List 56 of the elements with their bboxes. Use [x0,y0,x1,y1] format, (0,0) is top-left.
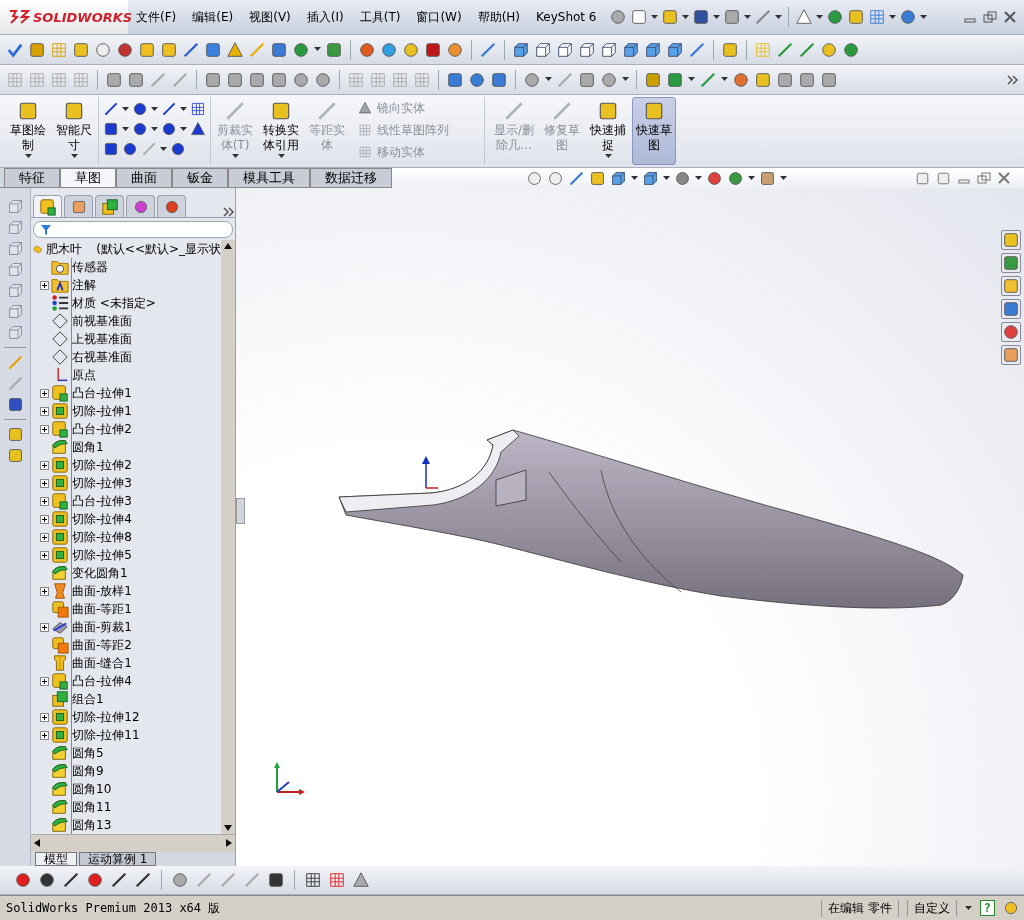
tree-item[interactable]: 圆角10 [31,780,221,799]
units-selector[interactable]: 自定义 [906,899,957,917]
tab[interactable]: 特征 [4,168,60,187]
tree-item[interactable]: 凸台-拉伸2 [31,420,221,439]
tree-item[interactable]: 圆角13 [31,816,221,835]
tab[interactable]: 模具工具 [228,168,310,187]
tree-item[interactable]: 曲面-缝合1 [31,654,221,673]
tree-item[interactable]: 传感器 [31,258,221,277]
tree-item[interactable]: 右视基准面 [31,348,221,367]
tree-item[interactable]: 切除-拉伸2 [31,456,221,475]
tree-item[interactable]: 原点 [31,366,221,385]
tree-item[interactable]: 曲面-放样1 [31,582,221,601]
help-button[interactable]: ? [979,900,995,916]
tree-root-item[interactable]: 肥木叶 (默认<<默认>_显示状 [31,240,221,259]
status-text: SolidWorks Premium 2013 x64 版 [6,899,221,917]
tree-item[interactable]: 曲面-剪裁1 [31,618,221,637]
tab[interactable]: 草图 [60,168,116,187]
ribbon-button[interactable]: 转换实 体引用 [259,97,303,165]
tree-item[interactable]: 组合1 [31,690,221,709]
menu-item[interactable]: 工具(T) [351,4,409,30]
menu-item[interactable]: 编辑(E) [184,4,242,30]
tree-item[interactable]: 注解 [31,276,221,295]
ribbon-button[interactable]: 快速草 图 [632,97,677,165]
tree-item[interactable]: 切除-拉伸11 [31,726,221,745]
tree-item[interactable]: 上视基准面 [31,330,221,349]
tab[interactable]: 曲面 [116,168,172,187]
tree-item[interactable]: 凸台-拉伸3 [31,492,221,511]
tree-item[interactable]: 切除-拉伸12 [31,708,221,727]
tab[interactable]: 钣金 [172,168,228,187]
tree-item[interactable]: 切除-拉伸8 [31,528,221,547]
ribbon-button[interactable]: 草图绘 制 [6,97,50,165]
menu-item[interactable]: 插入(I) [298,4,352,30]
tree-item[interactable]: 曲面-等距2 [31,636,221,655]
tree-item[interactable]: 圆角11 [31,798,221,817]
tree-item[interactable]: 切除-拉伸1 [31,402,221,421]
menu-item[interactable]: KeyShot 6 [528,6,605,28]
tree-item[interactable]: 凸台-拉伸1 [31,384,221,403]
tree-item[interactable]: 变化圆角1 [31,564,221,583]
menu-item[interactable]: 帮助(H) [469,4,529,30]
tree-item[interactable]: 圆角1 [31,438,221,457]
menu-item[interactable]: 视图(V) [241,4,299,30]
ribbon-button[interactable]: 智能尺 寸 [52,97,96,165]
tree-item[interactable]: 切除-拉伸5 [31,546,221,565]
tree-item[interactable]: 曲面-等距1 [31,600,221,619]
tree-item[interactable]: 前视基准面 [31,312,221,331]
tab[interactable]: 数据迁移 [310,168,392,187]
ribbon-button[interactable]: 快速捕 捉 [586,97,631,165]
status-text: 在编辑 零件 [820,899,899,917]
tree-item[interactable]: 圆角9 [31,762,221,781]
logo-text: SOLIDWORKS [33,9,133,25]
tree-item[interactable]: 圆角5 [31,744,221,763]
menu-item[interactable]: 窗口(W) [408,4,470,30]
tree-item[interactable]: 凸台-拉伸4 [31,672,221,691]
tree-item[interactable]: 切除-拉伸3 [31,474,221,493]
tree-item[interactable]: 材质 <未指定> [31,294,221,313]
tree-item[interactable]: 切除-拉伸4 [31,510,221,529]
